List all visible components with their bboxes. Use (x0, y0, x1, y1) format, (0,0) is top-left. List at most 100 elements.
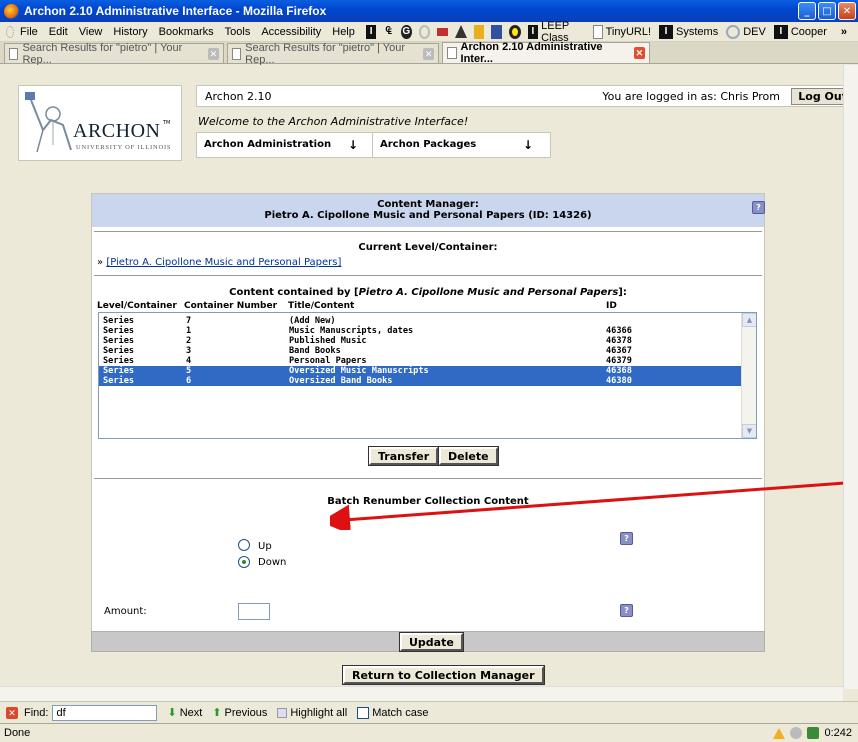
listbox-scrollbar[interactable]: ▲ ▼ (741, 313, 756, 438)
find-input[interactable] (52, 704, 158, 721)
bookmark-c-icon[interactable]: ₠ (383, 25, 394, 39)
dev-bookmark-icon (726, 24, 741, 39)
trademark: TM (163, 120, 171, 126)
scroll-down-icon[interactable]: ▼ (742, 424, 756, 438)
list-item-id: 46380 (606, 376, 632, 386)
minimize-button[interactable]: _ (798, 2, 816, 20)
list-item[interactable]: Series 3 Band Books 46367 (99, 346, 756, 356)
illinois-icon: I (527, 24, 539, 39)
menu-history[interactable]: History (113, 26, 147, 38)
amount-input[interactable] (238, 603, 270, 620)
menu-view[interactable]: View (79, 26, 103, 38)
archon-logo[interactable]: ARCHON TM UNIVERSITY OF ILLINOIS (18, 85, 182, 161)
nav-archon-packages[interactable]: Archon Packages ↓ (372, 133, 547, 157)
close-tab-icon[interactable]: ✕ (633, 47, 645, 59)
list-item-number: 4 (186, 356, 192, 366)
divider (94, 231, 762, 232)
radio-up[interactable] (238, 539, 250, 551)
list-item-number: 7 (186, 316, 192, 326)
bookmark-blue-icon[interactable] (491, 24, 502, 39)
list-item-title: Personal Papers (289, 356, 367, 366)
bookmark-tree-icon[interactable] (454, 25, 467, 38)
page-scrollbar-vertical[interactable] (843, 65, 858, 689)
warning-icon[interactable] (773, 727, 786, 739)
page-icon (592, 24, 603, 39)
match-case-checkbox[interactable]: Match case (357, 706, 428, 719)
return-to-collection-manager-button[interactable]: Return to Collection Manager (342, 665, 545, 685)
update-bar: Update (91, 631, 765, 652)
bookmark-dev[interactable]: DEV (726, 24, 766, 39)
list-item[interactable]: Series 7 (Add New) (99, 316, 756, 326)
breadcrumb: » [Pietro A. Cipollone Music and Persona… (97, 257, 342, 268)
scroll-up-icon[interactable]: ▲ (742, 313, 756, 327)
list-item[interactable]: Series 6 Oversized Band Books 46380 (99, 376, 756, 386)
help-icon[interactable]: ? (620, 604, 633, 617)
tab-archon-admin[interactable]: Archon 2.10 Administrative Inter... ✕ (442, 41, 650, 65)
bookmarks-overflow-button[interactable]: » (841, 26, 847, 38)
help-icon[interactable]: ? (752, 201, 765, 214)
illinois-icon: I (659, 24, 674, 39)
down-arrow-icon: ↓ (347, 138, 358, 152)
find-label: Find: (24, 706, 49, 719)
list-item[interactable]: Series 1 Music Manuscripts, dates 46366 (99, 326, 756, 336)
menu-accessibility[interactable]: Accessibility (261, 26, 321, 38)
list-item-id: 46367 (606, 346, 632, 356)
highlight-all-button[interactable]: Highlight all (277, 707, 347, 719)
breadcrumb-collection-link[interactable]: [Pietro A. Cipollone Music and Personal … (106, 257, 341, 268)
archon-logo-subtitle: UNIVERSITY OF ILLINOIS (76, 144, 172, 151)
list-item-title: Oversized Music Manuscripts (289, 366, 429, 376)
list-item-number: 6 (186, 376, 192, 386)
welcome-message: Welcome to the Archon Administrative Int… (198, 115, 469, 128)
list-item-level: Series (103, 326, 135, 336)
close-window-button[interactable]: ✕ (838, 2, 856, 20)
google-bookmark-icon[interactable]: G (400, 24, 412, 39)
page-scrollbar-horizontal[interactable] (0, 686, 843, 701)
radio-down[interactable] (238, 556, 250, 568)
tab-search-results-2[interactable]: Search Results for "pietro" | Your Rep..… (227, 42, 439, 66)
bookmark-systems[interactable]: I Systems (659, 24, 718, 39)
illinois-bookmark-icon[interactable]: I (365, 24, 377, 39)
column-header-title: Title/Content (288, 301, 355, 311)
menu-edit[interactable]: Edit (49, 26, 68, 38)
close-tab-icon[interactable]: ✕ (207, 47, 219, 60)
bookmark-cooper[interactable]: I Cooper (773, 24, 827, 39)
menu-tools[interactable]: Tools (225, 26, 251, 38)
collection-title: Pietro A. Cipollone Music and Personal P… (264, 210, 592, 221)
tab-search-results-1[interactable]: Search Results for "pietro" | Your Rep..… (4, 42, 224, 66)
toolbar-grip-icon (6, 25, 15, 38)
list-item[interactable]: Series 2 Published Music 46378 (99, 336, 756, 346)
list-item[interactable]: Series 4 Personal Papers 46379 (99, 356, 756, 366)
logged-in-text: You are logged in as: Chris Prom (602, 89, 780, 103)
menu-bookmarks[interactable]: Bookmarks (159, 26, 214, 38)
blocked-icon[interactable] (790, 727, 803, 739)
list-item-number: 5 (186, 366, 192, 376)
current-level-heading: Current Level/Container: (358, 242, 498, 253)
list-item[interactable]: Series 5 Oversized Music Manuscripts 46368 (99, 366, 756, 376)
checkbox (357, 706, 370, 719)
menu-help[interactable]: Help (332, 26, 355, 38)
bookmark-dot-icon[interactable] (508, 24, 521, 39)
help-icon[interactable]: ? (620, 532, 633, 545)
menu-file[interactable]: File (20, 26, 38, 38)
radio-down-label: Down (258, 557, 287, 568)
nav-archon-administration[interactable]: Archon Administration ↓ (197, 133, 372, 157)
content-listbox[interactable]: Series 7 (Add New) Series 1 Music Manuscripts… (98, 312, 757, 439)
find-next-button[interactable]: ⬇ Next (167, 706, 202, 720)
arrow-down-icon: ⬇ (167, 707, 177, 719)
download-icon[interactable] (807, 727, 820, 739)
maximize-button[interactable]: □ (818, 2, 836, 20)
find-previous-button[interactable]: ⬆ Previous (212, 706, 267, 720)
bookmark-yellow-icon[interactable] (473, 24, 485, 39)
content-manager-panel: Content Manager: Pietro A. Cipollone Mus… (91, 193, 765, 645)
status-bar: Done 0:242 (0, 723, 858, 742)
bookmark-tinyurl[interactable]: TinyURL! (592, 24, 651, 39)
update-button[interactable]: Update (399, 632, 464, 652)
bookmark-leep-class[interactable]: I LEEP Class (527, 20, 585, 44)
list-item-title: Published Music (289, 336, 367, 346)
close-find-bar-icon[interactable]: ✕ (6, 706, 18, 719)
archon-version: Archon 2.10 (205, 89, 272, 103)
bookmark-circle-icon[interactable] (418, 24, 431, 39)
bookmark-red-icon[interactable] (437, 27, 448, 36)
panel-header: Content Manager: Pietro A. Cipollone Mus… (92, 194, 764, 227)
close-tab-icon[interactable]: ✕ (423, 47, 434, 60)
